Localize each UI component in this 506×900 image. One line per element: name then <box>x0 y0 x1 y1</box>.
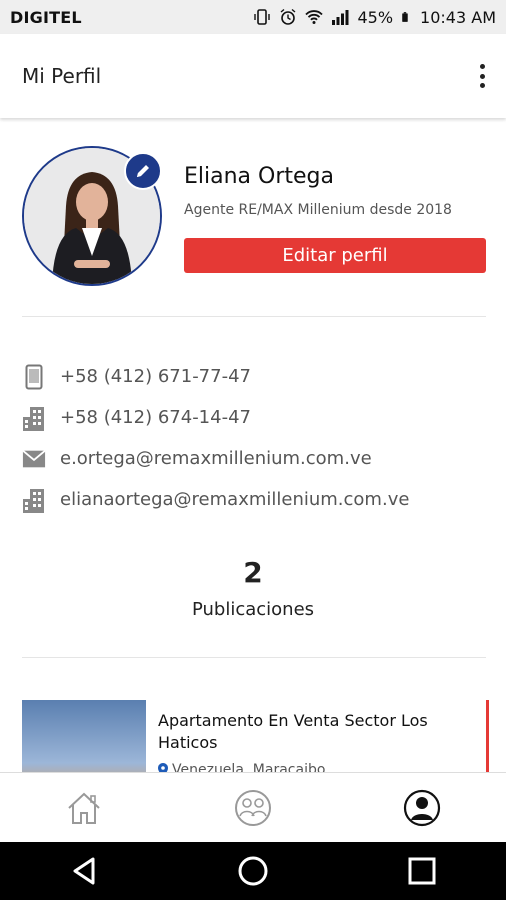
edit-profile-button[interactable]: Editar perfil <box>184 238 486 273</box>
publications-label: Publicaciones <box>191 599 315 620</box>
home-icon <box>68 792 101 824</box>
alarm-icon <box>281 8 296 25</box>
office-building-icon <box>22 487 46 513</box>
contact-value: +58 (412) 671-77-47 <box>60 366 251 387</box>
profile-header: Eliana Ortega Agente RE/MAX Millenium de… <box>22 146 486 290</box>
divider <box>22 657 486 658</box>
nav-home[interactable] <box>64 788 104 828</box>
status-bar: DIGITEL 45% 10:43 AM <box>0 0 506 34</box>
contact-list: +58 (412) 671-77-47 +58 (412) 674-14-47 … <box>22 356 486 520</box>
office-building-icon <box>22 405 46 431</box>
system-navigation-bar <box>0 842 506 900</box>
publications-stat: 2 Publicaciones <box>0 556 506 620</box>
contact-value: e.ortega@remaxmillenium.com.ve <box>60 448 372 469</box>
wifi-icon <box>305 10 324 24</box>
nav-agents[interactable] <box>233 788 273 828</box>
contact-item-office-email[interactable]: elianaortega@remaxmillenium.com.ve <box>22 479 486 520</box>
profile-subtitle: Agente RE/MAX Millenium desde 2018 <box>184 202 452 218</box>
carrier-name: DIGITEL <box>10 7 82 27</box>
bottom-navigation <box>0 772 506 843</box>
signal-icon <box>332 10 349 25</box>
contact-value: elianaortega@remaxmillenium.com.ve <box>60 489 410 510</box>
battery-icon <box>402 12 408 22</box>
more-vert-icon[interactable] <box>476 62 488 90</box>
contact-item-office-phone[interactable]: +58 (412) 674-14-47 <box>22 397 486 438</box>
publications-count: 2 <box>243 556 263 589</box>
listing-thumbnail <box>22 700 146 772</box>
nav-profile[interactable] <box>402 788 442 828</box>
pencil-icon <box>137 165 149 177</box>
status-icons: 45% 10:43 AM <box>253 8 496 27</box>
profile-icon <box>403 789 440 827</box>
app-bar: Mi Perfil <box>0 34 506 118</box>
battery-percent: 45% <box>357 7 394 27</box>
listing-card[interactable]: Apartamento En Venta Sector Los Haticos … <box>22 700 489 772</box>
location-pin-icon <box>158 763 168 772</box>
agents-icon <box>234 790 271 826</box>
recent-apps-icon[interactable] <box>407 856 437 886</box>
page-title: Mi Perfil <box>22 64 102 88</box>
avatar-container <box>22 146 162 286</box>
contact-item-mobile[interactable]: +58 (412) 671-77-47 <box>22 356 486 397</box>
contact-value: +58 (412) 674-14-47 <box>60 407 251 428</box>
edit-photo-button[interactable] <box>124 152 162 190</box>
listing-location: Venezuela, Maracaibo <box>158 762 325 772</box>
profile-name: Eliana Ortega <box>184 164 334 189</box>
vibrate-icon <box>254 9 271 25</box>
back-icon[interactable] <box>69 856 99 886</box>
listing-title: Apartamento En Venta Sector Los Haticos <box>158 711 428 752</box>
listing-location-text: Venezuela, Maracaibo <box>172 762 326 772</box>
divider <box>22 316 486 317</box>
home-circle-icon[interactable] <box>237 855 269 887</box>
clock: 10:43 AM <box>420 7 496 27</box>
contact-item-email[interactable]: e.ortega@remaxmillenium.com.ve <box>22 438 486 479</box>
mail-icon <box>22 446 46 472</box>
mobile-phone-icon <box>22 364 46 390</box>
